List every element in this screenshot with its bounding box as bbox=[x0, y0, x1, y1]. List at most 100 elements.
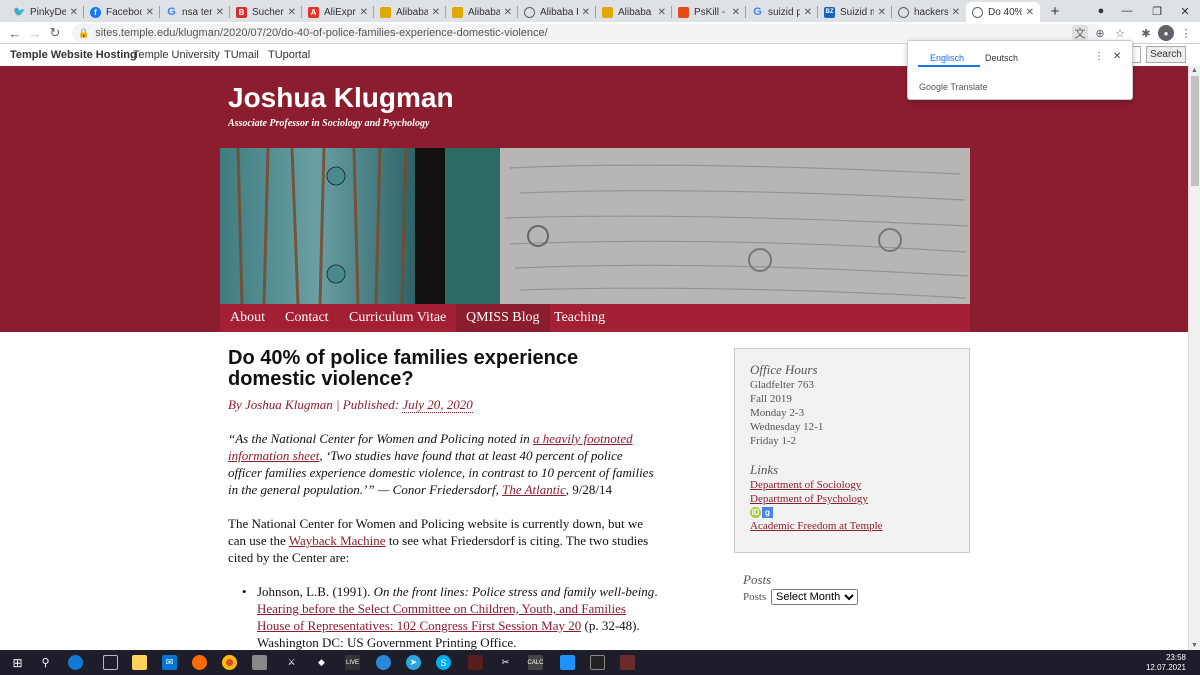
academic-freedom-link[interactable]: Academic Freedom at Temple bbox=[750, 520, 883, 532]
app-icon[interactable] bbox=[252, 655, 267, 670]
tab-label: Sucherge bbox=[252, 6, 284, 18]
tab-alibaba-1[interactable]: Alibaba G ✕ bbox=[374, 2, 446, 22]
tab-label: Alibaba G bbox=[468, 6, 500, 18]
close-icon[interactable]: ✕ bbox=[582, 7, 590, 18]
chrome-icon[interactable] bbox=[222, 655, 237, 670]
close-icon[interactable]: ✕ bbox=[804, 7, 812, 18]
tab-deutsch[interactable]: Deutsch bbox=[985, 53, 1018, 63]
tab-do-40[interactable]: Do 40% o ✕ bbox=[966, 2, 1040, 22]
menu-icon[interactable]: ⋮ bbox=[1178, 25, 1194, 41]
app-icon[interactable] bbox=[560, 655, 575, 670]
app-icon[interactable] bbox=[468, 655, 483, 670]
task-view-icon[interactable] bbox=[103, 655, 118, 670]
tumail-link[interactable]: TUmail bbox=[224, 49, 259, 61]
tab-pskill[interactable]: PsKill - W ✕ bbox=[672, 2, 746, 22]
search-icon[interactable]: ⚲ bbox=[38, 655, 53, 670]
temple-hosting-link[interactable]: Temple Website Hosting bbox=[10, 49, 137, 61]
back-icon[interactable]: ← bbox=[6, 25, 24, 41]
terminal-icon[interactable] bbox=[590, 655, 605, 670]
tab-nsa-temp[interactable]: G nsa temp ✕ bbox=[160, 2, 230, 22]
tab-suizid-mi[interactable]: BZ Suizid mi ✕ bbox=[818, 2, 892, 22]
minimize-icon[interactable]: — bbox=[1112, 2, 1142, 20]
menu-contact[interactable]: Contact bbox=[275, 304, 339, 332]
app-icon[interactable]: ⚔ bbox=[284, 655, 299, 670]
close-icon[interactable]: ✕ bbox=[70, 7, 78, 18]
tab-aliexpress[interactable]: A AliExpres ✕ bbox=[302, 2, 374, 22]
close-icon[interactable]: ✕ bbox=[658, 7, 666, 18]
scroll-up-icon[interactable]: ▲ bbox=[1191, 67, 1198, 74]
zoom-icon[interactable]: ⊕ bbox=[1092, 25, 1108, 41]
wayback-machine-link[interactable]: Wayback Machine bbox=[289, 533, 386, 548]
office-hours-title: Office Hours bbox=[750, 362, 818, 377]
new-tab-button[interactable]: + bbox=[1040, 2, 1070, 20]
close-icon[interactable]: ✕ bbox=[360, 7, 368, 18]
menu-qmiss-blog[interactable]: QMISS Blog bbox=[456, 304, 550, 332]
search-button[interactable]: Search bbox=[1146, 46, 1186, 63]
orcid-icon[interactable]: iD bbox=[750, 507, 761, 518]
close-icon[interactable]: ✕ bbox=[732, 7, 740, 18]
skype-icon[interactable]: S bbox=[436, 655, 451, 670]
tab-label: Alibaba H bbox=[540, 6, 578, 18]
telegram-icon[interactable]: ➤ bbox=[406, 655, 421, 670]
extensions-icon[interactable]: ✱ bbox=[1138, 25, 1154, 41]
tab-sucherge[interactable]: B Sucherge ✕ bbox=[230, 2, 302, 22]
file-explorer-icon[interactable] bbox=[132, 655, 147, 670]
window-close-icon[interactable]: ✕ bbox=[1170, 2, 1200, 20]
star-icon[interactable]: ☆ bbox=[1112, 25, 1128, 41]
close-icon[interactable]: ✕ bbox=[504, 7, 512, 18]
clock-date: 12.07.2021 bbox=[1145, 663, 1186, 672]
close-icon[interactable]: ✕ bbox=[1026, 7, 1034, 18]
tab-hackersca[interactable]: hackersca ✕ bbox=[892, 2, 966, 22]
maximize-icon[interactable]: ❐ bbox=[1142, 2, 1172, 20]
windows-start-icon[interactable]: ⊞ bbox=[10, 655, 25, 670]
tab-englisch[interactable]: Englisch bbox=[930, 53, 964, 63]
close-icon[interactable]: ✕ bbox=[952, 7, 960, 18]
tab-alibaba-2[interactable]: Alibaba G ✕ bbox=[446, 2, 518, 22]
menu-about[interactable]: About bbox=[220, 304, 275, 332]
menu-teaching[interactable]: Teaching bbox=[544, 304, 615, 332]
edge-icon[interactable] bbox=[68, 655, 83, 670]
close-icon[interactable]: ✕ bbox=[1113, 51, 1121, 62]
clock-time: 23:58 bbox=[1165, 653, 1186, 662]
site-description: Associate Professor in Sociology and Psy… bbox=[228, 118, 430, 129]
forward-icon[interactable]: → bbox=[26, 25, 44, 41]
mail-icon[interactable]: ✉ bbox=[162, 655, 177, 670]
google-scholar-icon[interactable]: g bbox=[762, 507, 773, 518]
scroll-down-icon[interactable]: ▼ bbox=[1191, 642, 1198, 649]
atlantic-link[interactable]: The Atlantic bbox=[502, 482, 566, 497]
psychology-link[interactable]: Department of Psychology bbox=[750, 493, 868, 505]
page-scrollbar[interactable]: ▲ ▼ bbox=[1188, 66, 1200, 650]
tab-facebook[interactable]: f Facebook ✕ bbox=[84, 2, 160, 22]
tab-suizid-pol[interactable]: G suizid pol ✕ bbox=[746, 2, 818, 22]
close-icon[interactable]: ✕ bbox=[146, 7, 154, 18]
app-icon[interactable]: ◆ bbox=[314, 655, 329, 670]
menu-curriculum-vitae[interactable]: Curriculum Vitae bbox=[339, 304, 456, 332]
more-options-icon[interactable]: ⋮ bbox=[1094, 51, 1104, 62]
app-icon[interactable]: CALC bbox=[528, 655, 544, 670]
site-title[interactable]: Joshua Klugman bbox=[228, 82, 454, 114]
sociology-link[interactable]: Department of Sociology bbox=[750, 479, 861, 491]
app-icon[interactable]: ✂ bbox=[498, 655, 513, 670]
tuportal-link[interactable]: TUportal bbox=[268, 49, 310, 61]
reload-icon[interactable]: ↻ bbox=[46, 25, 64, 41]
app-icon[interactable] bbox=[192, 655, 207, 670]
close-icon[interactable]: ✕ bbox=[288, 7, 296, 18]
tab-alibaba-4[interactable]: Alibaba G ✕ bbox=[596, 2, 672, 22]
close-icon[interactable]: ✕ bbox=[878, 7, 886, 18]
tab-label: hackersca bbox=[914, 6, 948, 18]
app-icon[interactable] bbox=[620, 655, 635, 670]
tab-pinkydef[interactable]: 🐦 PinkyDef ✕ bbox=[8, 2, 84, 22]
close-icon[interactable]: ✕ bbox=[432, 7, 440, 18]
archive-month-select[interactable]: Select Month bbox=[771, 589, 858, 605]
scroll-thumb[interactable] bbox=[1191, 76, 1199, 186]
app-icon[interactable]: LIVE bbox=[345, 655, 360, 670]
app-icon[interactable] bbox=[376, 655, 391, 670]
close-icon[interactable]: ✕ bbox=[216, 7, 224, 18]
avatar[interactable]: ● bbox=[1158, 25, 1174, 41]
tab-label: PinkyDef bbox=[30, 6, 66, 18]
translate-icon[interactable]: 文 bbox=[1072, 25, 1088, 41]
tab-alibaba-3[interactable]: Alibaba H ✕ bbox=[518, 2, 596, 22]
hearing-link[interactable]: Hearing before the Select Committee on C… bbox=[257, 601, 626, 633]
system-clock[interactable]: 23:58 12.07.2021 bbox=[1146, 653, 1186, 673]
temple-university-link[interactable]: Temple University bbox=[133, 49, 220, 61]
